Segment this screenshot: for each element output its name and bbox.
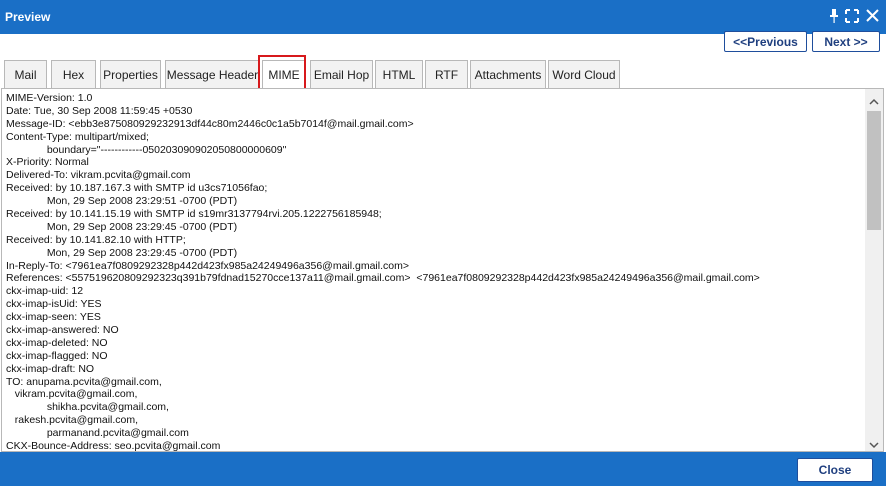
- mime-line: In-Reply-To: <7961ea7f0809292328p442d423…: [6, 259, 409, 272]
- mime-line: Received: by 10.187.167.3 with SMTP id u…: [6, 182, 268, 195]
- mime-text[interactable]: MIME-Version: 1.0 Date: Tue, 30 Sep 2008 …: [6, 92, 863, 451]
- mime-line: Message-ID: <ebb3e875080929232913df44c80…: [6, 117, 414, 130]
- tab-mail[interactable]: Mail: [4, 60, 47, 88]
- mime-line: TO: anupama.pcvita@gmail.com,: [6, 375, 162, 388]
- footer-bar: [0, 452, 886, 486]
- mime-line: boundary="------------050203090902050800…: [6, 143, 287, 156]
- mime-line: ckx-imap-deleted: NO: [6, 336, 108, 349]
- scroll-up-icon[interactable]: [869, 94, 879, 105]
- mime-line: rakesh.pcvita@gmail.com,: [6, 414, 139, 427]
- scroll-down-icon[interactable]: [869, 437, 879, 449]
- scroll-thumb[interactable]: [867, 111, 881, 230]
- mime-line: CKX-Bounce-Address: seo.pcvita@gmail.com: [6, 440, 221, 451]
- tab-properties[interactable]: Properties: [100, 60, 161, 88]
- maximize-icon[interactable]: [845, 9, 859, 23]
- mime-line: Content-Type: multipart/mixed;: [6, 130, 149, 143]
- close-button[interactable]: Close: [797, 458, 873, 482]
- close-icon[interactable]: [866, 9, 879, 22]
- tab-message-header[interactable]: Message Header: [165, 60, 260, 88]
- mime-line: Received: by 10.141.15.19 with SMTP id s…: [6, 208, 382, 221]
- mime-line: References: <557519620809292323q391b79fd…: [6, 272, 760, 285]
- mime-line: vikram.pcvita@gmail.com,: [6, 388, 138, 401]
- mime-line: parmanand.pcvita@gmail.com: [6, 427, 189, 440]
- window-title: Preview: [5, 10, 51, 24]
- mime-line: Received: by 10.141.82.10 with HTTP;: [6, 233, 186, 246]
- tab-word-cloud[interactable]: Word Cloud: [548, 60, 620, 88]
- tab-html[interactable]: HTML: [375, 60, 423, 88]
- mime-line: ckx-imap-flagged: NO: [6, 349, 108, 362]
- tab-rtf[interactable]: RTF: [425, 60, 468, 88]
- mime-line: Delivered-To: vikram.pcvita@gmail.com: [6, 169, 191, 182]
- mime-line: shikha.pcvita@gmail.com,: [6, 401, 169, 414]
- mime-line: X-Priority: Normal: [6, 156, 89, 169]
- tab-mime[interactable]: MIME: [262, 60, 306, 88]
- mime-line: Mon, 29 Sep 2008 23:29:45 -0700 (PDT): [6, 220, 238, 233]
- mime-line: ckx-imap-answered: NO: [6, 324, 119, 337]
- title-bar: Preview: [0, 0, 886, 34]
- tab-attachments[interactable]: Attachments: [470, 60, 546, 88]
- previous-button[interactable]: <<Previous: [724, 31, 807, 52]
- mime-line: ckx-imap-draft: NO: [6, 362, 95, 375]
- mime-line: ckx-imap-uid: 12: [6, 285, 84, 298]
- next-button[interactable]: Next >>: [812, 31, 880, 52]
- vertical-scrollbar[interactable]: [865, 89, 883, 451]
- mime-line: MIME-Version: 1.0: [6, 92, 93, 104]
- mime-line: Mon, 29 Sep 2008 23:29:45 -0700 (PDT): [6, 246, 238, 259]
- mime-content-panel: MIME-Version: 1.0 Date: Tue, 30 Sep 2008 …: [1, 88, 884, 452]
- mime-line: ckx-imap-isUid: YES: [6, 298, 102, 311]
- tab-hex[interactable]: Hex: [51, 60, 96, 88]
- pin-icon[interactable]: [829, 9, 839, 23]
- tab-email-hop[interactable]: Email Hop: [310, 60, 373, 88]
- mime-line: ckx-imap-seen: YES: [6, 311, 101, 324]
- mime-line: Mon, 29 Sep 2008 23:29:51 -0700 (PDT): [6, 195, 238, 208]
- mime-line: Date: Tue, 30 Sep 2008 11:59:45 +0530: [6, 104, 193, 117]
